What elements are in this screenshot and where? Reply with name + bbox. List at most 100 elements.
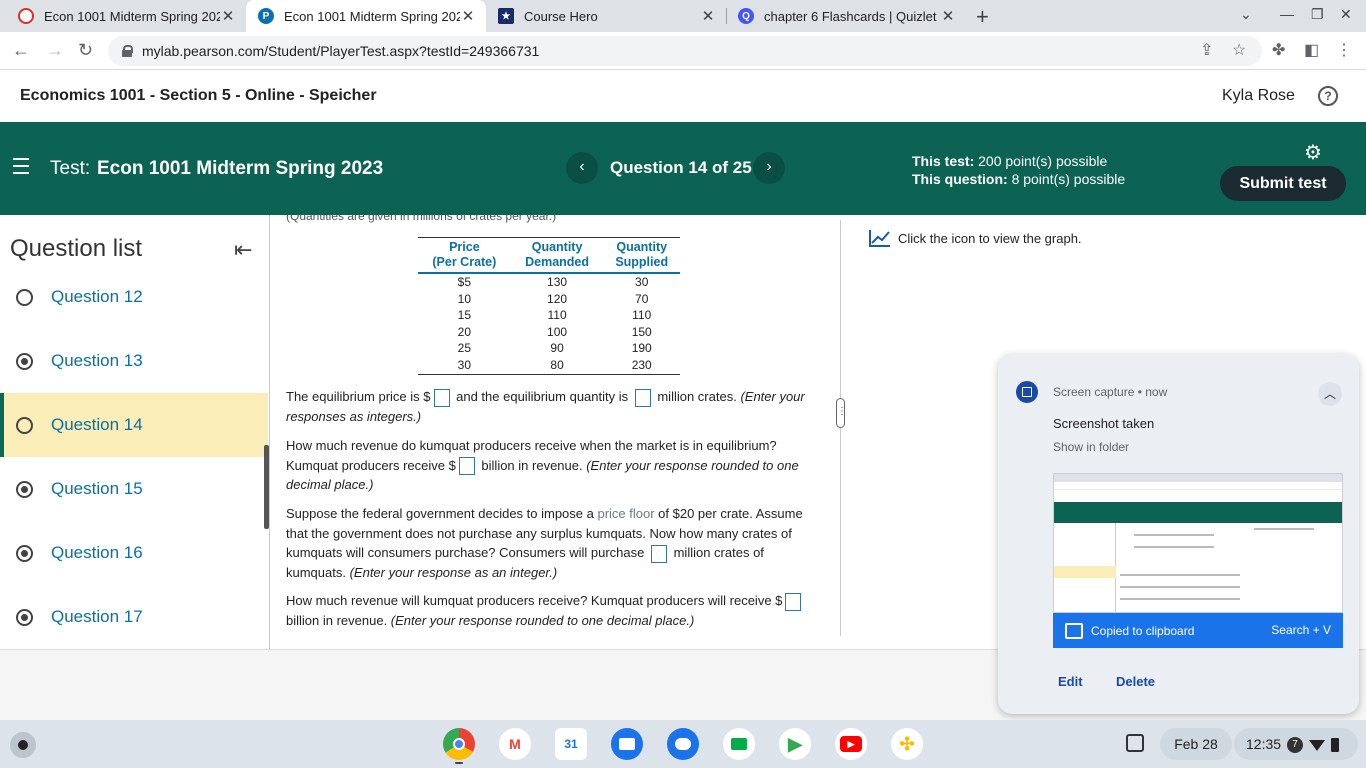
battery-icon: [1331, 738, 1340, 753]
launcher-icon[interactable]: [10, 732, 36, 758]
course-title: Economics 1001 - Section 5 - Online - Sp…: [20, 87, 377, 104]
question-list-item-17[interactable]: Question 17: [0, 585, 268, 649]
edit-screenshot-button[interactable]: Edit: [1058, 674, 1083, 689]
show-in-folder-link[interactable]: Show in folder: [1053, 440, 1129, 454]
back-icon[interactable]: ←: [12, 40, 30, 61]
browser-tab-strip: Econ 1001 Midterm Spring 2023 ✕ P Econ 1…: [0, 0, 1366, 32]
files-icon[interactable]: [611, 728, 643, 760]
extensions-icon[interactable]: ✤: [1272, 40, 1285, 60]
line-graph-icon[interactable]: [868, 228, 892, 248]
browser-menu-icon[interactable]: ⋮: [1336, 40, 1352, 60]
pearson-gear-favicon-icon: [18, 8, 34, 24]
delete-screenshot-button[interactable]: Delete: [1116, 674, 1155, 689]
previous-question-button[interactable]: ‹: [566, 152, 598, 184]
answered-circle-icon: [16, 352, 33, 370]
youtube-icon[interactable]: ▶: [835, 728, 867, 760]
price-floor-term[interactable]: price floor: [597, 506, 654, 521]
pane-divider: [840, 220, 841, 636]
next-question-button[interactable]: ›: [753, 152, 785, 184]
close-tab-icon[interactable]: ✕: [940, 7, 956, 25]
table-row: 30 80 230: [418, 356, 680, 375]
table-header: Quantity Supplied: [603, 237, 680, 274]
close-tab-icon[interactable]: ✕: [220, 7, 236, 25]
unanswered-circle-icon: [16, 288, 33, 306]
date-tray[interactable]: Feb 28: [1160, 728, 1232, 760]
play-store-icon[interactable]: ▶: [779, 728, 811, 760]
screenshot-thumbnail[interactable]: [1053, 473, 1343, 613]
bookmark-star-icon[interactable]: ☆: [1232, 40, 1246, 60]
question-list-item-15[interactable]: Question 15: [0, 457, 268, 521]
active-app-indicator: [455, 762, 463, 764]
equilibrium-quantity-input[interactable]: [634, 388, 651, 407]
submit-test-button[interactable]: Submit test: [1220, 166, 1346, 201]
tab-quizlet[interactable]: Q chapter 6 Flashcards | Quizlet ✕: [726, 0, 966, 32]
wifi-icon: [1309, 739, 1326, 751]
reload-icon[interactable]: ↻: [78, 40, 93, 61]
answered-circle-icon: [16, 608, 33, 626]
collapse-panel-icon[interactable]: ⇤: [234, 237, 252, 263]
tab-econ-midterm-2[interactable]: P Econ 1001 Midterm Spring 2023 ✕: [246, 0, 486, 32]
points-summary: This test: 200 point(s) possible This qu…: [912, 153, 1126, 187]
sidebar-scrollbar[interactable]: [264, 445, 269, 529]
close-window-icon[interactable]: ✕: [1340, 6, 1352, 23]
notification-source: Screen capture • now: [1053, 385, 1168, 399]
answered-circle-icon: [16, 480, 33, 498]
close-tab-icon[interactable]: ✕: [460, 7, 476, 25]
equilibrium-price-input[interactable]: [433, 388, 450, 407]
user-name[interactable]: Kyla Rose: [1222, 87, 1295, 105]
share-icon[interactable]: ⇪: [1200, 40, 1213, 60]
test-header: Test: Econ 1001 Midterm Spring 2023 ‹ Qu…: [0, 122, 1366, 215]
test-label: Test:: [50, 158, 91, 179]
course-hero-favicon-icon: ★: [498, 8, 514, 24]
help-icon[interactable]: ?: [1318, 86, 1338, 106]
question-list-item-13[interactable]: Question 13: [0, 329, 268, 393]
question-list-item-14[interactable]: Question 14: [0, 393, 268, 457]
question-list-panel: Question list ⇤ Question 12 Question 13 …: [0, 215, 270, 649]
answered-circle-icon: [16, 544, 33, 562]
table-header: Price (Per Crate): [418, 237, 511, 274]
pane-resize-handle[interactable]: ⋮: [836, 398, 847, 428]
address-bar[interactable]: mylab.pearson.com/Student/PlayerTest.asp…: [108, 36, 1262, 66]
producer-revenue-input[interactable]: [785, 592, 802, 611]
course-header: Economics 1001 - Section 5 - Online - Sp…: [0, 71, 1366, 122]
question-list-item-16[interactable]: Question 16: [0, 521, 268, 585]
copied-to-clipboard-banner: Copied to clipboard Search + V: [1053, 613, 1343, 648]
view-graph-link[interactable]: Click the icon to view the graph.: [868, 228, 1082, 248]
table-row: 10 120 70: [457, 291, 649, 306]
new-tab-icon[interactable]: +: [976, 4, 989, 30]
question-content: (Quantities are given in millions of cra…: [270, 215, 840, 649]
status-tray[interactable]: 12:35 7: [1234, 728, 1358, 760]
minimize-icon[interactable]: —: [1280, 6, 1294, 22]
browser-toolbar: ← → ↻ mylab.pearson.com/Student/PlayerTe…: [0, 32, 1366, 70]
question-part-equilibrium: The equilibrium price is $ and the equil…: [286, 388, 805, 424]
clipboard-icon: [1065, 622, 1083, 639]
forward-icon[interactable]: →: [46, 40, 64, 61]
tab-search-chevron-icon[interactable]: ⌄: [1240, 6, 1252, 23]
test-name: Econ 1001 Midterm Spring 2023: [97, 158, 384, 179]
chrome-icon[interactable]: [443, 728, 475, 760]
chat-icon[interactable]: [667, 728, 699, 760]
notification-count-badge: 7: [1287, 737, 1304, 754]
supply-demand-table: Price (Per Crate) Quantity Demanded Quanti…: [418, 237, 680, 375]
side-panel-icon[interactable]: ◧: [1304, 40, 1319, 60]
table-row: 15 110 110: [457, 308, 652, 323]
equilibrium-revenue-input[interactable]: [458, 457, 475, 476]
photos-icon[interactable]: ✣: [891, 728, 923, 760]
tab-econ-midterm-1[interactable]: Econ 1001 Midterm Spring 2023 ✕: [6, 0, 246, 32]
tab-course-hero[interactable]: ★ Course Hero ✕: [486, 0, 726, 32]
meet-icon[interactable]: [723, 728, 755, 760]
question-list-item-12[interactable]: Question 12: [0, 265, 268, 329]
close-tab-icon[interactable]: ✕: [700, 7, 716, 25]
gmail-icon[interactable]: M: [499, 728, 531, 760]
menu-icon[interactable]: [13, 158, 29, 179]
question-part-producer-revenue: How much revenue will kumquat producers …: [286, 591, 814, 630]
calendar-icon[interactable]: 31: [555, 728, 587, 760]
settings-gear-icon[interactable]: ⚙: [1304, 140, 1322, 165]
table-header-row: Price (Per Crate) Quantity Demanded Quanti…: [418, 237, 680, 274]
lock-icon: [122, 45, 133, 57]
pearson-favicon-icon: P: [258, 8, 274, 24]
crates-purchased-input[interactable]: [650, 544, 667, 563]
screen-capture-tray-icon[interactable]: [1126, 734, 1144, 752]
restore-icon[interactable]: ❐: [1311, 6, 1324, 23]
collapse-notification-icon[interactable]: ︿: [1318, 382, 1342, 406]
